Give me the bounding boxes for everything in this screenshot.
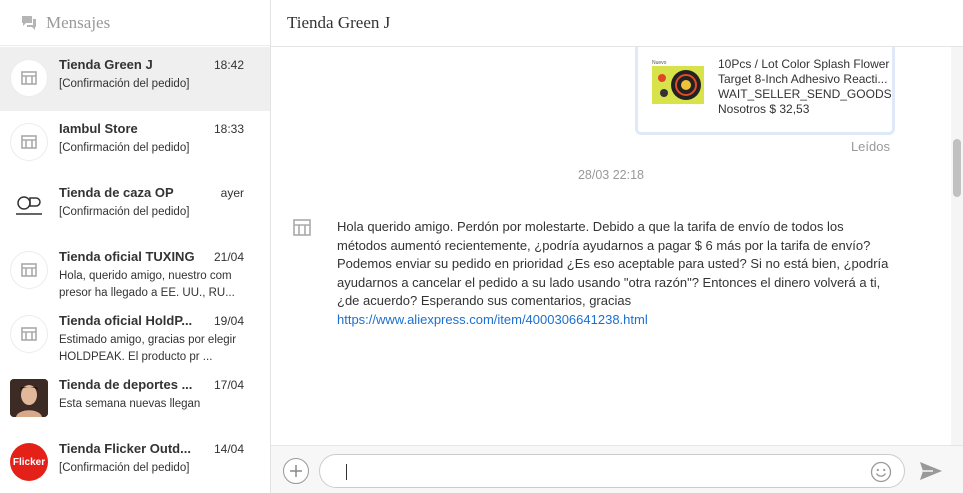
conversation-item[interactable]: Iambul Store 18:33 [Confirmación del ped… — [0, 111, 270, 175]
flicker-logo-text: Flicker — [12, 456, 46, 468]
store-icon — [21, 135, 37, 149]
date-separator: 28/03 22:18 — [577, 168, 645, 182]
product-thumbnail: Nuevo — [652, 60, 704, 104]
conversation-time: 18:42 — [213, 58, 244, 72]
conversation-time: 19/04 — [213, 314, 244, 328]
conversation-time: 21/04 — [213, 250, 244, 264]
brand-logo-icon — [16, 196, 42, 215]
conversation-item[interactable]: Tienda oficial HoldP... 19/04 Estimado a… — [0, 303, 270, 367]
scrollbar-thumb[interactable] — [953, 139, 961, 197]
message-input-wrapper — [319, 454, 905, 488]
add-attachment-button[interactable] — [283, 458, 309, 484]
plus-icon — [290, 465, 302, 477]
product-card[interactable]: Nuevo 10Pcs / Lot Color Splash Flower Ta… — [635, 47, 895, 135]
conversation-name: Tienda oficial TUXING — [59, 249, 195, 264]
conversation-item[interactable]: Tienda oficial TUXING 21/04 Hola, querid… — [0, 239, 270, 303]
chat-panel: Tienda Green J Nuevo 10Pcs / Lot Color S… — [271, 0, 963, 493]
smiley-icon[interactable] — [870, 461, 892, 483]
conversation-time: 17/04 — [213, 378, 244, 392]
store-icon — [21, 263, 37, 277]
conversation-name: Tienda de deportes ... — [59, 377, 193, 392]
product-price: Nosotros $ 32,53 — [718, 102, 810, 116]
conversation-item[interactable]: Tienda Green J 18:42 [Confirmación del p… — [0, 47, 270, 111]
conversation-name: Tienda de caza OP — [59, 185, 174, 200]
conversation-name: Iambul Store — [59, 121, 138, 136]
person-photo-icon — [10, 379, 48, 417]
text-caret — [346, 464, 347, 480]
chat-title: Tienda Green J — [287, 13, 391, 32]
message-text: Hola querido amigo. Perdón por molestart… — [337, 219, 889, 308]
store-avatar — [10, 59, 48, 97]
read-status: Leídos — [850, 139, 890, 154]
conversation-time: ayer — [220, 186, 244, 200]
conversation-preview: Hola, querido amigo, nuestro com presor … — [59, 270, 235, 299]
message-link[interactable]: https://www.aliexpress.com/item/40003066… — [337, 312, 648, 327]
conversation-item[interactable]: Flicker Tienda Flicker Outd... 14/04 [Co… — [0, 431, 270, 493]
conversation-preview: [Confirmación del pedido] — [59, 206, 190, 218]
conversation-preview: [Confirmación del pedido] — [59, 78, 190, 90]
conversation-preview: [Confirmación del pedido] — [59, 142, 190, 154]
person-photo-avatar — [10, 379, 48, 417]
sidebar-title: Mensajes — [46, 12, 111, 32]
conversation-time: 14/04 — [213, 442, 244, 456]
product-title-line1: 10Pcs / Lot Color Splash Flower — [718, 57, 890, 71]
store-avatar — [10, 315, 48, 353]
chat-messages[interactable]: Nuevo 10Pcs / Lot Color Splash Flower Ta… — [271, 47, 963, 445]
store-icon — [293, 219, 311, 236]
messages-app: Mensajes Tienda Green J 18:42 [Confirmac… — [0, 0, 963, 493]
chat-header: Tienda Green J — [271, 0, 963, 47]
flicker-avatar: Flicker — [10, 443, 48, 481]
conversation-item[interactable]: Tienda de caza OP ayer [Confirmación del… — [0, 175, 270, 239]
sidebar-header: Mensajes — [0, 0, 270, 46]
store-avatar — [10, 123, 48, 161]
conversation-preview: Esta semana nuevas llegan — [59, 398, 201, 410]
conversation-name: Tienda oficial HoldP... — [59, 313, 193, 328]
conversation-time: 18:33 — [213, 122, 244, 136]
thumb-label: Nuevo — [652, 60, 667, 66]
conversation-sidebar: Mensajes Tienda Green J 18:42 [Confirmac… — [0, 0, 271, 493]
conversation-name: Tienda Flicker Outd... — [59, 441, 191, 456]
store-icon — [21, 327, 37, 341]
store-avatar — [10, 251, 48, 289]
chat-scrollbar[interactable] — [951, 47, 963, 445]
conversation-preview: [Confirmación del pedido] — [59, 462, 190, 474]
message-input[interactable] — [342, 461, 862, 483]
product-info: 10Pcs / Lot Color Splash Flower Target 8… — [718, 57, 893, 117]
conversation-name: Tienda Green J — [59, 57, 153, 72]
product-title-line2: Target 8-Inch Adhesivo Reacti... — [718, 72, 888, 86]
seller-message: Hola querido amigo. Perdón por molestart… — [337, 218, 897, 329]
brand-avatar — [10, 187, 48, 225]
order-status: WAIT_SELLER_SEND_GOODS — [718, 87, 892, 101]
message-composer — [271, 445, 963, 493]
conversation-preview: Estimado amigo, gracias por elegir HOLDP… — [59, 334, 237, 363]
conversation-item[interactable]: Tienda de deportes ... 17/04 Esta semana… — [0, 367, 270, 431]
send-icon[interactable] — [919, 460, 943, 482]
store-icon — [21, 71, 37, 85]
chat-bubbles-icon — [22, 15, 36, 30]
